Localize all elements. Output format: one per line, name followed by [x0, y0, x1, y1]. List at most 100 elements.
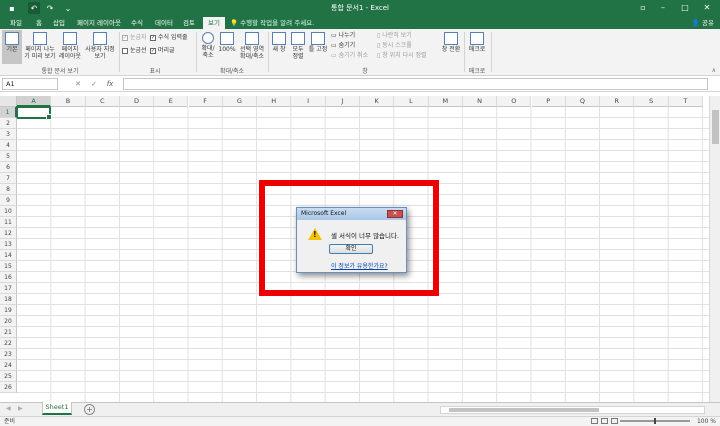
dialog-close-icon[interactable]: ✕: [387, 210, 403, 218]
row-header[interactable]: 10: [0, 206, 17, 217]
maximize-icon[interactable]: □: [676, 2, 694, 14]
tab-review[interactable]: 검토: [178, 17, 200, 29]
active-cell[interactable]: [16, 106, 52, 120]
tab-data[interactable]: 데이터: [150, 17, 178, 29]
zoom-slider[interactable]: [620, 418, 690, 424]
name-box[interactable]: A1: [2, 78, 58, 90]
macros-button[interactable]: 매크로: [466, 30, 488, 64]
column-header[interactable]: H: [257, 96, 292, 107]
insert-function-icon[interactable]: fx: [104, 78, 116, 90]
view-side-by-side-button[interactable]: ▯ 나란히 보기: [377, 31, 412, 40]
enter-icon[interactable]: ✓: [88, 78, 100, 90]
helpful-link[interactable]: 이 정보가 유용한가요?: [331, 261, 388, 270]
ok-button[interactable]: 확인: [329, 244, 373, 254]
zoom-100-button[interactable]: 100%: [218, 30, 236, 64]
normal-view-status-icon[interactable]: [591, 418, 598, 424]
page-layout-status-icon[interactable]: [601, 418, 608, 424]
column-header[interactable]: F: [188, 96, 223, 107]
arrange-all-button[interactable]: 모두 정렬: [289, 30, 307, 64]
column-header[interactable]: O: [497, 96, 532, 107]
select-all-corner[interactable]: [0, 96, 17, 107]
row-header[interactable]: 12: [0, 228, 17, 239]
row-header[interactable]: 21: [0, 327, 17, 338]
tab-view[interactable]: 보기: [203, 17, 225, 29]
column-header[interactable]: T: [668, 96, 703, 107]
column-header[interactable]: D: [119, 96, 155, 107]
vertical-scrollbar[interactable]: [709, 96, 720, 402]
page-break-status-icon[interactable]: [611, 418, 618, 424]
column-header[interactable]: N: [462, 96, 498, 107]
row-header[interactable]: 1: [0, 107, 17, 118]
headings-checkbox[interactable]: ✓ 머리글: [150, 46, 175, 55]
column-header[interactable]: E: [154, 96, 189, 107]
formula-input[interactable]: [123, 78, 708, 90]
hide-button[interactable]: ▭ 숨기기: [331, 41, 355, 50]
page-layout-view-button[interactable]: 페이지 레이아웃: [58, 30, 82, 64]
row-header[interactable]: 4: [0, 140, 17, 151]
ribbon-display-icon[interactable]: ▫: [634, 2, 652, 14]
custom-views-button[interactable]: 사용자 지정 보기: [83, 30, 117, 64]
cancel-icon[interactable]: ✕: [72, 78, 84, 90]
column-header[interactable]: A: [17, 96, 52, 107]
page-break-preview-button[interactable]: 페이지 나누 기 미리 보기: [23, 30, 57, 64]
zoom-to-selection-button[interactable]: 선택 영역 확대/축소: [237, 30, 267, 64]
normal-view-button[interactable]: 기본: [2, 30, 22, 64]
row-header[interactable]: 6: [0, 162, 17, 173]
column-header[interactable]: C: [85, 96, 120, 107]
row-header[interactable]: 24: [0, 360, 17, 371]
row-header[interactable]: 9: [0, 195, 17, 206]
row-header[interactable]: 17: [0, 283, 17, 294]
row-header[interactable]: 5: [0, 151, 17, 162]
reset-window-position-button[interactable]: ▯ 창 위치 다시 정렬: [377, 51, 427, 60]
close-icon[interactable]: ✕: [698, 2, 716, 14]
share-button[interactable]: 👤 공유: [692, 17, 714, 29]
tell-me-search[interactable]: 💡 수행할 작업을 알려 주세요.: [230, 17, 314, 29]
row-header[interactable]: 23: [0, 349, 17, 360]
row-header[interactable]: 26: [0, 382, 17, 393]
column-header[interactable]: Q: [565, 96, 601, 107]
row-header[interactable]: 19: [0, 305, 17, 316]
row-header[interactable]: 16: [0, 272, 17, 283]
gridlines-checkbox[interactable]: 눈금선: [122, 46, 147, 55]
column-header[interactable]: R: [600, 96, 635, 107]
row-header[interactable]: 8: [0, 184, 17, 195]
switch-windows-button[interactable]: 창 전환: [440, 30, 462, 64]
row-header[interactable]: 25: [0, 371, 17, 382]
synchronous-scrolling-button[interactable]: ▯ 동시 스크롤: [377, 41, 412, 50]
collapse-ribbon-icon[interactable]: ∧: [712, 67, 716, 74]
split-button[interactable]: ▭ 나누기: [331, 31, 355, 40]
next-sheet-icon[interactable]: ▶: [18, 405, 23, 412]
vertical-scroll-thumb[interactable]: [712, 110, 719, 144]
tab-file[interactable]: 파일: [5, 17, 27, 29]
column-header[interactable]: M: [428, 96, 463, 107]
ruler-checkbox[interactable]: ✓ 눈금자: [122, 33, 147, 42]
new-window-button[interactable]: 새 창: [270, 30, 288, 64]
tab-home[interactable]: 홈: [31, 17, 47, 29]
zoom-level[interactable]: 100 %: [697, 417, 716, 426]
column-header[interactable]: P: [531, 96, 566, 107]
column-header[interactable]: K: [360, 96, 395, 107]
horizontal-scroll-thumb[interactable]: [449, 408, 599, 412]
row-header[interactable]: 2: [0, 118, 17, 129]
row-header[interactable]: 11: [0, 217, 17, 228]
column-header[interactable]: L: [394, 96, 429, 107]
row-header[interactable]: 18: [0, 294, 17, 305]
row-header[interactable]: 15: [0, 261, 17, 272]
row-header[interactable]: 13: [0, 239, 17, 250]
column-header[interactable]: I: [291, 96, 326, 107]
row-header[interactable]: 7: [0, 173, 17, 184]
row-header[interactable]: 14: [0, 250, 17, 261]
horizontal-scrollbar[interactable]: [440, 406, 705, 414]
sheet-tab[interactable]: Sheet1: [42, 402, 72, 415]
unhide-button[interactable]: ▭ 숨기기 취소: [331, 51, 368, 60]
tab-insert[interactable]: 삽입: [48, 17, 70, 29]
column-header[interactable]: S: [634, 96, 669, 107]
zoom-button[interactable]: 확대/ 축소: [198, 30, 218, 64]
column-header[interactable]: G: [222, 96, 258, 107]
add-sheet-icon[interactable]: +: [84, 404, 95, 415]
freeze-panes-button[interactable]: 틀 고정: [307, 30, 329, 64]
tab-page-layout[interactable]: 페이지 레이아웃: [72, 17, 126, 29]
row-header[interactable]: 22: [0, 338, 17, 349]
prev-sheet-icon[interactable]: ◀: [6, 405, 11, 412]
formula-bar-checkbox[interactable]: ✓ 수식 입력줄: [150, 33, 188, 42]
